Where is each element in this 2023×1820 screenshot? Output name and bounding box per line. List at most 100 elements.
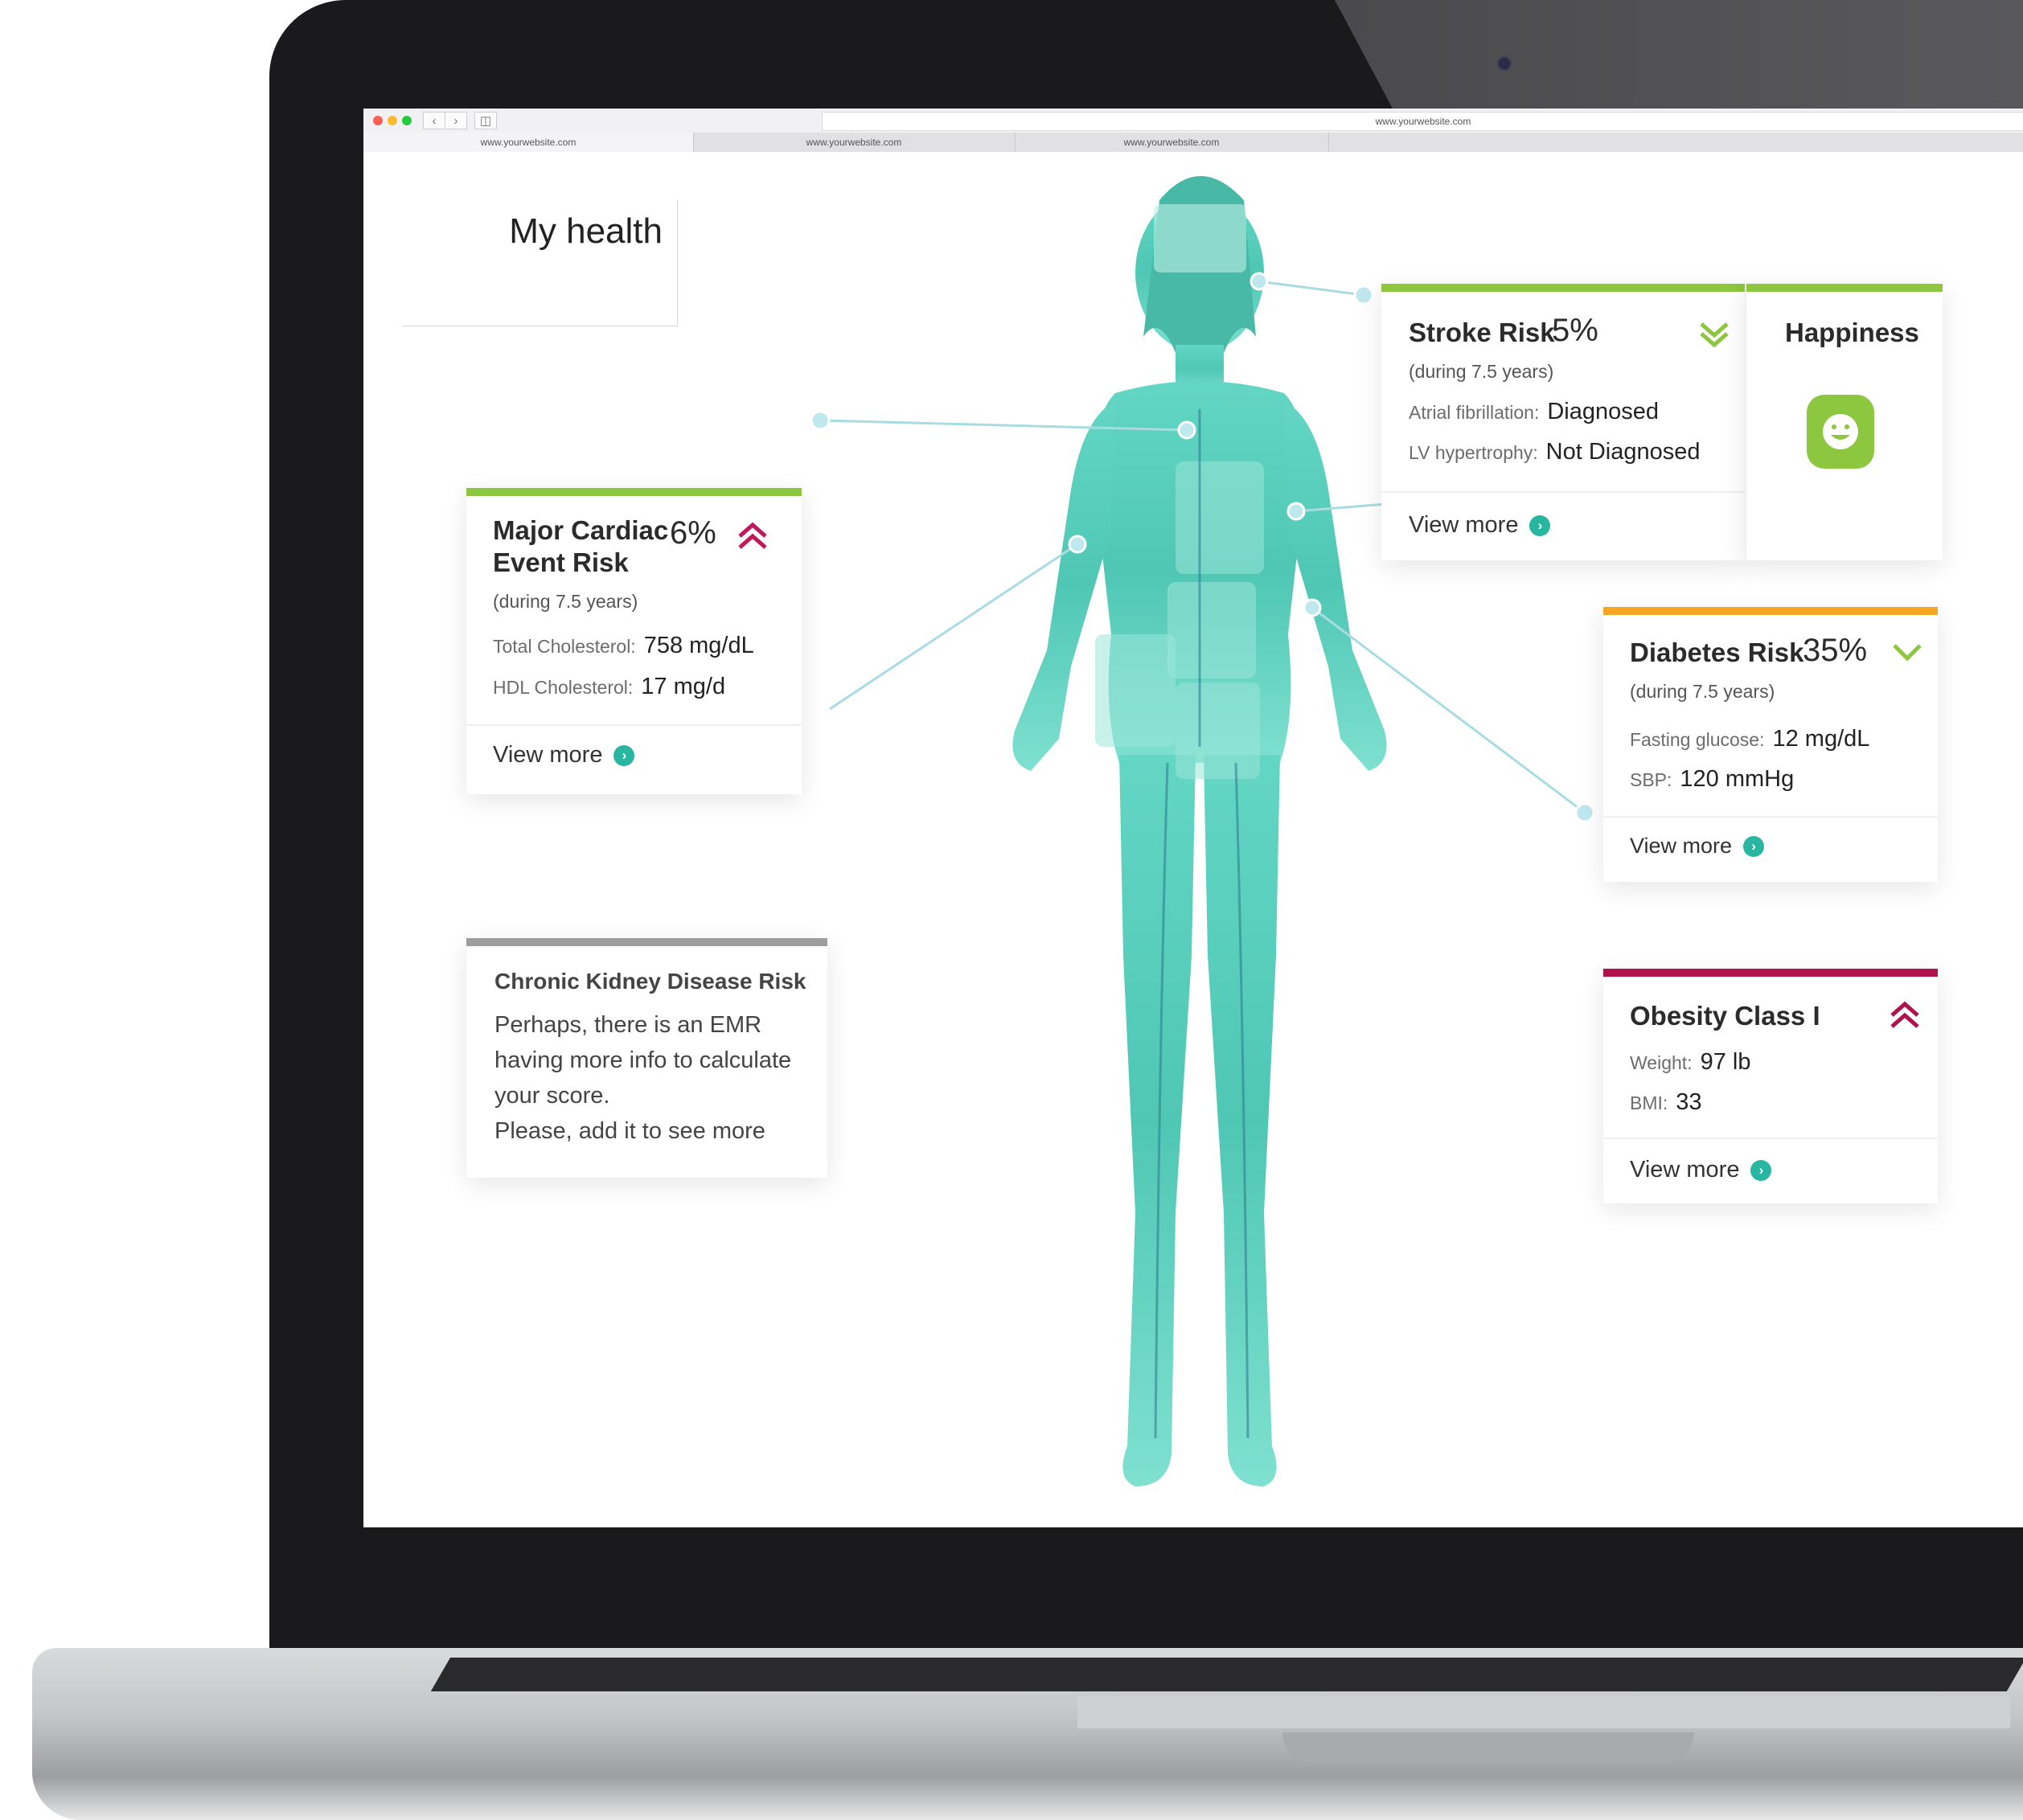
risk-period: (during 7.5 years)	[1409, 361, 1554, 382]
card-accent-bar	[1603, 607, 1938, 615]
link-label: View more	[1630, 1157, 1740, 1183]
close-window-icon[interactable]	[373, 116, 383, 125]
card-title: Stroke Risk	[1409, 318, 1555, 347]
risk-period: (during 7.5 years)	[493, 591, 638, 612]
metric-value: Not Diagnosed	[1545, 439, 1701, 465]
webcam-icon	[1497, 56, 1512, 71]
diabetes-risk-card: Diabetes Risk 35% (during 7.5 years) Fas…	[1603, 607, 1938, 882]
card-title: Chronic Kidney Disease Risk	[494, 969, 806, 994]
tab-1[interactable]: www.yourwebsite.com	[363, 133, 694, 152]
metric-label: SBP:	[1630, 769, 1672, 790]
card-title: Obesity Class I	[1630, 1001, 1820, 1031]
metric-label: Weight:	[1630, 1052, 1693, 1073]
card-accent-bar	[1746, 284, 1943, 292]
chevron-up-double-icon	[738, 522, 767, 549]
metric-label: Atrial fibrillation:	[1409, 402, 1540, 423]
card-divider	[1603, 1138, 1938, 1139]
metric-label: HDL Cholesterol:	[493, 677, 634, 698]
card-accent-bar	[1603, 969, 1938, 977]
arrow-right-circle-icon: ›	[1529, 514, 1551, 536]
risk-percent: 6%	[670, 515, 716, 551]
metric-row: Weight: 97 lb	[1630, 1049, 1750, 1076]
risk-period: (during 7.5 years)	[1630, 681, 1775, 702]
card-title: Happiness	[1785, 318, 1919, 347]
metric-value: 12 mg/dL	[1772, 726, 1870, 752]
card-accent-bar	[1381, 284, 1745, 292]
metric-row: HDL Cholesterol: 17 mg/d	[493, 674, 725, 700]
chevron-down-icon	[1893, 644, 1922, 662]
brain-panel	[1154, 204, 1246, 273]
metric-value: 97 lb	[1700, 1049, 1751, 1075]
arrow-right-circle-icon: ›	[1750, 1159, 1772, 1181]
metric-row: SBP: 120 mmHg	[1630, 766, 1794, 793]
forward-arrow-icon[interactable]: ›	[445, 112, 467, 129]
link-label: View more	[1409, 512, 1519, 538]
health-page: My health Stroke Risk 5% (during 7.5 yea…	[363, 152, 2023, 1527]
lid-reflection	[1335, 0, 2023, 109]
card-divider	[466, 724, 802, 726]
human-body-figure	[1012, 176, 1387, 1486]
card-divider	[1381, 491, 1745, 493]
tab-bar: × www.yourwebsite.com www.yourwebsite.co…	[363, 133, 2023, 152]
ckd-message-line: your score.	[494, 1083, 610, 1109]
metric-value: 33	[1676, 1089, 1702, 1115]
address-bar[interactable]: www.yourwebsite.com	[822, 112, 2023, 131]
ckd-message-line: having more info to calculate	[494, 1047, 792, 1073]
metric-row: Atrial fibrillation: Diagnosed	[1409, 399, 1659, 425]
tab-label: www.yourwebsite.com	[806, 137, 902, 148]
screen: ‹ › ◫ ≡ www.yourwebsite.com × www.yourwe…	[363, 109, 2023, 1527]
arrow-right-circle-icon: ›	[613, 744, 635, 766]
card-divider	[1603, 816, 1938, 818]
heart-panel	[1176, 461, 1264, 574]
keyboard	[430, 1658, 2023, 1691]
chevron-down-double-icon	[1700, 322, 1729, 348]
intestine-panel	[1176, 682, 1260, 779]
cardiac-risk-card: Major Cardiac Event Risk 6% (during 7.5 …	[466, 488, 802, 794]
smiley-icon[interactable]	[1807, 395, 1874, 469]
card-accent-bar	[466, 938, 827, 946]
metric-label: LV hypertrophy:	[1409, 442, 1538, 463]
link-label: View more	[493, 742, 603, 768]
ckd-message-line[interactable]: Please, add it to see more	[494, 1113, 765, 1149]
card-accent-bar	[466, 488, 802, 496]
card-title-line-2: Event Risk	[493, 547, 629, 577]
tab-2[interactable]: www.yourwebsite.com	[693, 133, 1016, 152]
tab-label: www.yourwebsite.com	[1123, 137, 1220, 148]
liver-panel	[1095, 634, 1176, 747]
view-more-link[interactable]: View more ›	[493, 742, 635, 769]
metric-row: Total Cholesterol: 758 mg/dL	[493, 633, 754, 659]
metric-row: LV hypertrophy: Not Diagnosed	[1409, 439, 1701, 465]
view-more-link[interactable]: View more ›	[1630, 834, 1765, 859]
obesity-card: Obesity Class I Weight: 97 lb BMI: 33 View…	[1603, 969, 1938, 1203]
risk-percent: 35%	[1803, 633, 1868, 668]
browser-toolbar: ‹ › ◫ ≡ www.yourwebsite.com	[363, 109, 2023, 133]
metric-row: BMI: 33	[1630, 1089, 1702, 1116]
palm-rest	[1077, 1696, 2010, 1728]
card-title: Diabetes Risk	[1630, 637, 1804, 667]
minimize-window-icon[interactable]	[388, 116, 397, 125]
lid-notch	[1282, 1732, 1694, 1763]
url-text: www.yourwebsite.com	[1375, 116, 1471, 127]
metric-value: 17 mg/d	[641, 674, 726, 699]
arrow-right-circle-icon: ›	[1743, 835, 1765, 857]
chevron-up-double-icon	[1890, 1001, 1919, 1028]
card-title-line-1: Major Cardiac	[493, 515, 669, 545]
back-arrow-icon[interactable]: ‹	[423, 112, 445, 129]
metric-value: Diagnosed	[1547, 399, 1659, 424]
metric-label: BMI:	[1630, 1092, 1668, 1113]
view-more-link[interactable]: View more ›	[1630, 1157, 1772, 1183]
view-more-link[interactable]: View more ›	[1409, 512, 1551, 539]
metric-value: 120 mmHg	[1680, 766, 1795, 792]
metric-value: 758 mg/dL	[643, 633, 754, 658]
metric-label: Total Cholesterol:	[493, 636, 636, 657]
tab-3[interactable]: www.yourwebsite.com	[1015, 133, 1329, 152]
link-label: View more	[1630, 834, 1733, 858]
stroke-risk-card: Stroke Risk 5% (during 7.5 years) Atrial…	[1381, 284, 1745, 560]
kidney-risk-card: Chronic Kidney Disease Risk Perhaps, the…	[466, 938, 827, 1178]
ckd-message-line: Perhaps, there is an EMR	[494, 1012, 762, 1038]
metric-label: Fasting glucose:	[1630, 729, 1765, 750]
maximize-window-icon[interactable]	[402, 116, 412, 125]
sidebar-toggle-icon[interactable]: ◫	[474, 112, 497, 129]
tab-label: www.yourwebsite.com	[480, 137, 577, 148]
risk-percent: 5%	[1552, 313, 1598, 348]
